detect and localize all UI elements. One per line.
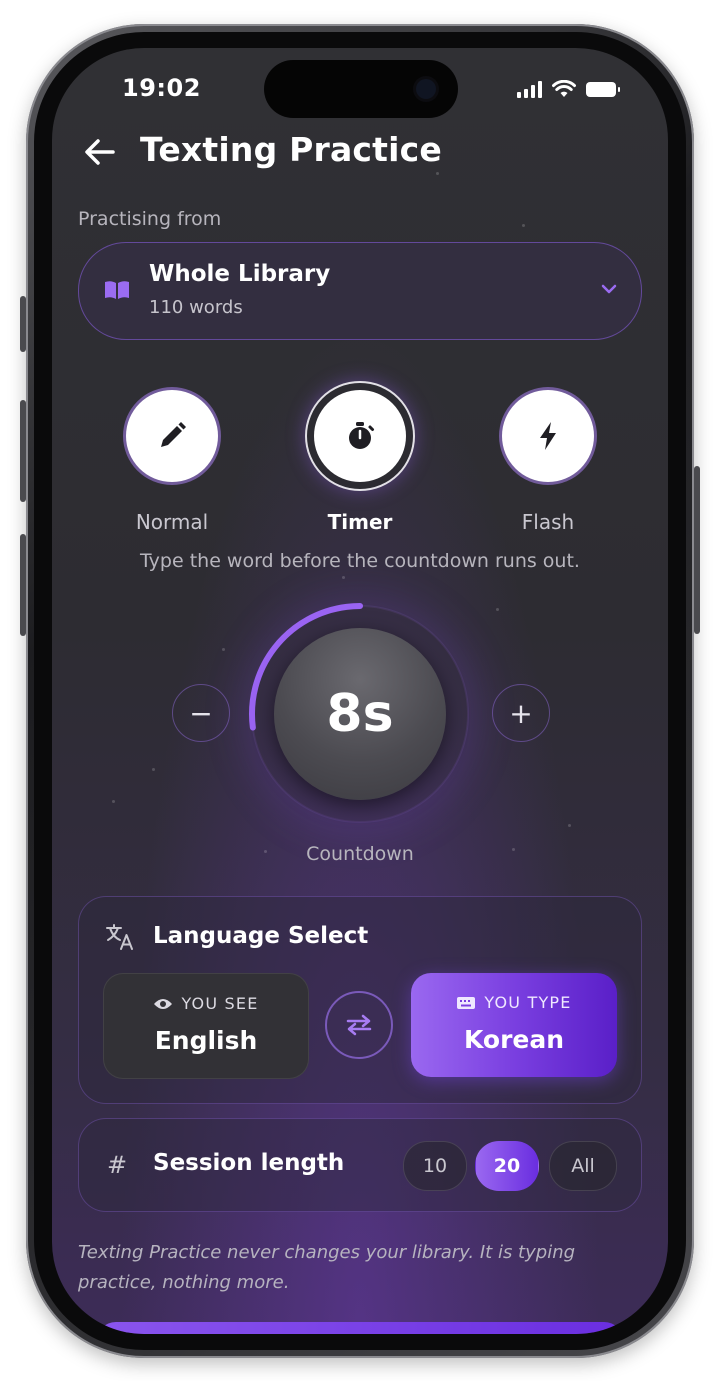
session-option-20[interactable]: 20	[475, 1141, 539, 1191]
arrow-left-icon[interactable]	[80, 132, 120, 172]
battery-icon	[586, 81, 620, 97]
you-type-box[interactable]: YOU TYPE Korean	[411, 973, 617, 1077]
swap-languages-button[interactable]	[325, 991, 393, 1059]
mute-switch	[20, 296, 26, 352]
screen: 19:02 Texting Practice Practising from W…	[52, 48, 668, 1334]
status-time: 19:02	[122, 74, 201, 102]
eye-icon	[154, 998, 173, 1009]
language-select-card: Language Select YOU SEE English YOU TYPE…	[78, 896, 642, 1104]
keyboard-icon	[457, 996, 476, 1009]
countdown-label: Countdown	[306, 843, 414, 865]
mode-description: Type the word before the countdown runs …	[140, 550, 580, 572]
pencil-icon	[161, 422, 186, 447]
you-see-caption-text: YOU SEE	[181, 994, 259, 1013]
countdown-dial: 8s	[274, 628, 446, 800]
you-type-caption: YOU TYPE	[411, 993, 617, 1012]
you-see-box[interactable]: YOU SEE English	[103, 973, 309, 1079]
library-selector[interactable]: Whole Library 110 words	[78, 242, 642, 340]
book-icon	[105, 281, 129, 299]
session-length-title: Session length	[153, 1150, 345, 1176]
you-see-caption: YOU SEE	[104, 994, 308, 1013]
mode-normal-label: Normal	[135, 510, 209, 534]
library-name: Whole Library	[149, 261, 331, 287]
swap-icon	[346, 1014, 372, 1036]
language-select-title: Language Select	[153, 923, 369, 949]
increase-button[interactable]: +	[492, 684, 550, 742]
decrease-button[interactable]: −	[172, 684, 230, 742]
camera-icon	[416, 79, 436, 99]
mode-normal-button[interactable]	[126, 390, 218, 482]
power-button	[694, 466, 700, 634]
library-word-count: 110 words	[149, 297, 243, 318]
chevron-down-icon	[601, 284, 617, 294]
you-type-language: Korean	[463, 1025, 565, 1054]
session-option-all[interactable]: All	[549, 1141, 617, 1191]
disclaimer-note: Texting Practice never changes your libr…	[78, 1242, 576, 1293]
you-type-caption-text: YOU TYPE	[484, 993, 572, 1012]
mode-timer-button[interactable]	[314, 390, 406, 482]
mode-timer-label: Timer	[327, 510, 393, 534]
countdown-value: 8s	[326, 684, 394, 744]
signal-icon	[517, 80, 542, 98]
you-see-language: English	[154, 1026, 258, 1055]
start-button[interactable]	[96, 1322, 624, 1334]
status-icons	[517, 80, 620, 98]
wifi-icon	[552, 80, 576, 97]
translate-icon	[106, 924, 133, 950]
stopwatch-icon	[349, 422, 374, 449]
source-label: Practising from	[78, 208, 222, 230]
hash-icon: #	[107, 1151, 128, 1179]
mode-flash-button[interactable]	[502, 390, 594, 482]
dynamic-island	[264, 60, 458, 118]
mode-flash-label: Flash	[521, 510, 575, 534]
session-option-10[interactable]: 10	[403, 1141, 467, 1191]
page-title: Texting Practice	[140, 130, 443, 169]
session-length-card: # Session length 10 20 All	[78, 1118, 642, 1212]
lightning-icon	[540, 422, 556, 450]
volume-down-button	[20, 534, 26, 636]
volume-up-button	[20, 400, 26, 502]
